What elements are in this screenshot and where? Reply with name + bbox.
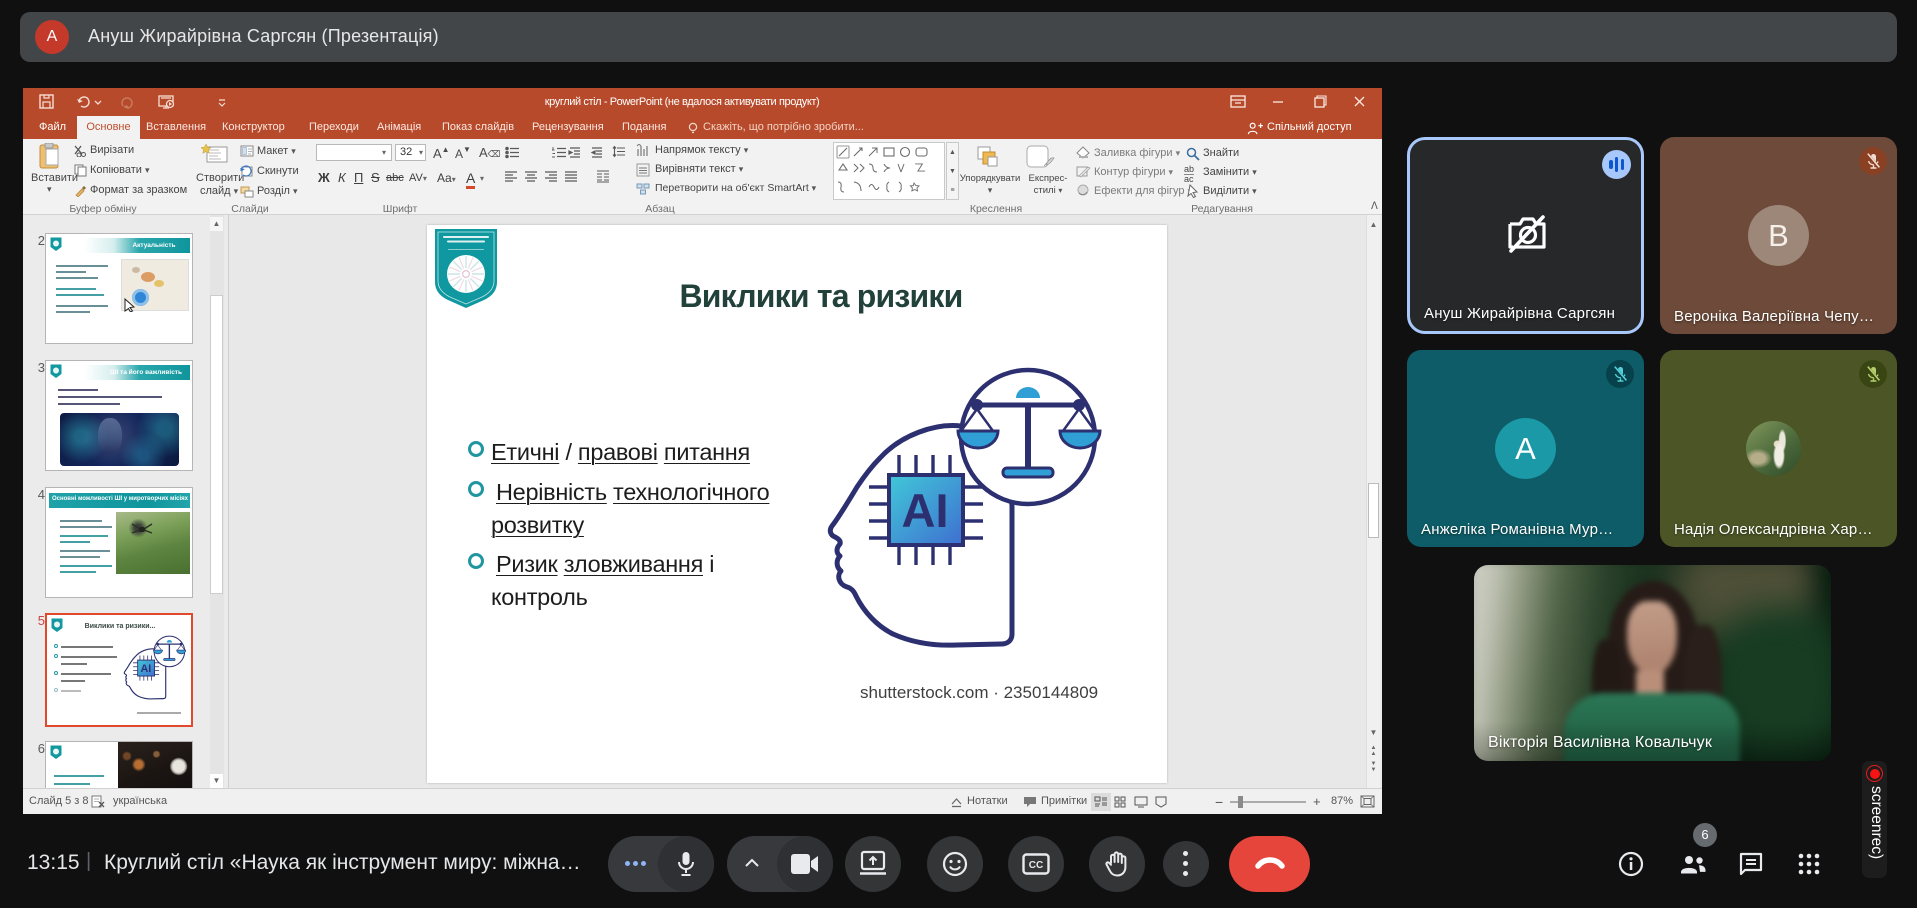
svg-text:CC: CC: [1029, 860, 1043, 871]
svg-text:AI: AI: [902, 484, 949, 537]
